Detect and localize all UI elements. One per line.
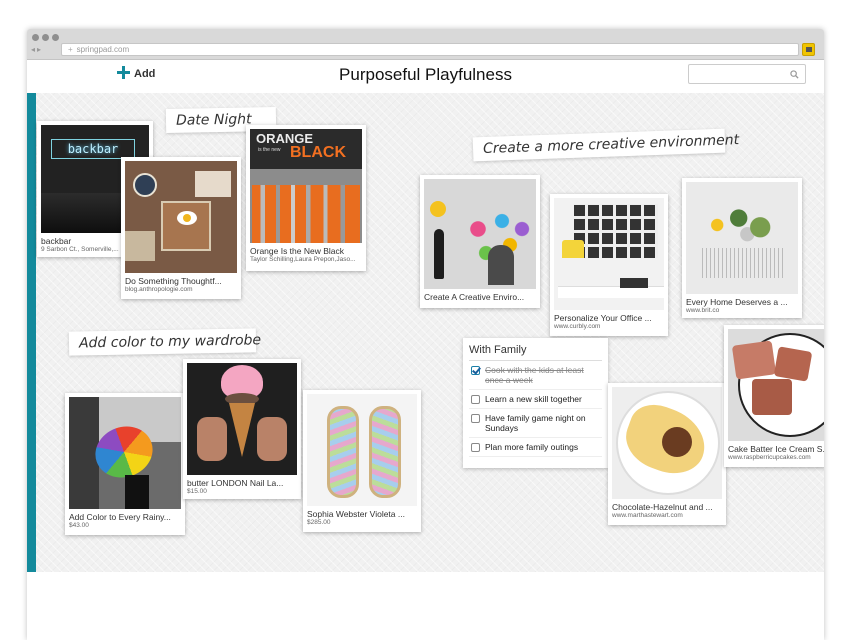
window-close-dot[interactable] xyxy=(32,34,39,41)
board-canvas: backbar backbar 9 Sarbon Ct., Somerville… xyxy=(36,93,824,572)
checkbox-icon[interactable] xyxy=(471,366,480,375)
card-title: Add Color to Every Rainy... xyxy=(69,512,171,522)
left-accent-strip xyxy=(27,60,36,572)
plus-icon: + xyxy=(68,45,73,54)
browser-window: ◂▸ + springpad.com Add Purposeful Playful… xyxy=(27,29,824,640)
card-image xyxy=(424,179,536,289)
card-subtitle: www.brit.co xyxy=(686,307,720,314)
card-nail[interactable]: butter LONDON Nail La... $15.00 xyxy=(183,359,301,499)
card-subtitle: $15.00 xyxy=(187,488,207,495)
note-wardrobe[interactable]: Add color to my wardrobe xyxy=(68,328,261,356)
card-image xyxy=(307,394,417,506)
search-icon xyxy=(790,70,799,79)
checkbox-icon[interactable] xyxy=(471,395,480,404)
card-title: Orange Is the New Black xyxy=(250,246,345,256)
card-image xyxy=(69,397,181,509)
card-image: ORANGE is the new BLACK xyxy=(250,129,362,243)
card-image xyxy=(612,387,722,499)
card-image xyxy=(187,363,297,475)
checklist-with-family: With Family Cook with the kids at least … xyxy=(463,338,608,468)
checkbox-icon[interactable] xyxy=(471,443,480,452)
card-image xyxy=(728,329,824,441)
address-bar[interactable]: + springpad.com xyxy=(61,43,799,56)
note-creative-environment[interactable]: Create a more creative environment xyxy=(472,128,739,162)
card-title: Sophia Webster Violeta ... xyxy=(307,509,405,519)
card-title: Create A Creative Enviro... xyxy=(424,292,525,302)
checklist-item[interactable]: Plan more family outings xyxy=(469,438,602,457)
card-subtitle: $43.00 xyxy=(69,522,89,529)
card-office[interactable]: Personalize Your Office ... www.curbly.c… xyxy=(550,194,668,336)
window-zoom-dot[interactable] xyxy=(52,34,59,41)
card-title: Cake Batter Ice Cream S... xyxy=(728,444,824,454)
card-subtitle: www.marthastewart.com xyxy=(612,512,683,519)
checklist-title: With Family xyxy=(469,344,602,361)
poster-word-big: BLACK xyxy=(290,144,346,161)
checklist-item[interactable]: Have family game night on Sundays xyxy=(469,409,602,438)
card-every-home[interactable]: Every Home Deserves a ... www.brit.co xyxy=(682,178,802,318)
app-header: Add Purposeful Playfulness xyxy=(27,60,824,93)
card-title: Every Home Deserves a ... xyxy=(686,297,788,307)
card-oitnb[interactable]: ORANGE is the new BLACK Orange Is the Ne… xyxy=(246,125,366,271)
card-subtitle: Taylor Schilling,Laura Prepon,Jaso... xyxy=(250,256,356,263)
card-title: Chocolate-Hazelnut and ... xyxy=(612,502,713,512)
extension-icon[interactable] xyxy=(802,43,815,56)
card-title: butter LONDON Nail La... xyxy=(187,478,284,488)
card-subtitle: www.raspberricupcakes.com xyxy=(728,454,811,461)
poster-word-small: is the new xyxy=(258,147,281,153)
card-title: Do Something Thoughtf... xyxy=(125,276,222,286)
card-crepe[interactable]: Chocolate-Hazelnut and ... www.marthaste… xyxy=(608,383,726,525)
checklist-item[interactable]: Cook with the kids at least once a week xyxy=(469,361,602,390)
card-thoughtful[interactable]: Do Something Thoughtf... blog.anthropolo… xyxy=(121,157,241,299)
card-image xyxy=(554,198,664,310)
url-text: springpad.com xyxy=(76,45,130,54)
neon-sign: backbar xyxy=(51,139,135,159)
card-subtitle: www.curbly.com xyxy=(554,323,601,330)
card-subtitle: $285.00 xyxy=(307,519,331,526)
card-title: Personalize Your Office ... xyxy=(554,313,652,323)
browser-chrome: ◂▸ + springpad.com xyxy=(27,29,824,60)
window-minimize-dot[interactable] xyxy=(42,34,49,41)
search-input[interactable] xyxy=(688,64,806,84)
card-image xyxy=(686,182,798,294)
card-cake[interactable]: Cake Batter Ice Cream S... www.raspberri… xyxy=(724,325,824,467)
nav-arrows[interactable]: ◂▸ xyxy=(31,44,57,56)
card-rainy[interactable]: Add Color to Every Rainy... $43.00 xyxy=(65,393,185,535)
card-image xyxy=(125,161,237,273)
checklist-item[interactable]: Learn a new skill together xyxy=(469,390,602,409)
card-sandals[interactable]: Sophia Webster Violeta ... $285.00 xyxy=(303,390,421,532)
card-subtitle: blog.anthropologie.com xyxy=(125,286,193,293)
checkbox-icon[interactable] xyxy=(471,414,480,423)
card-creative-environment[interactable]: Create A Creative Enviro... xyxy=(420,175,540,308)
